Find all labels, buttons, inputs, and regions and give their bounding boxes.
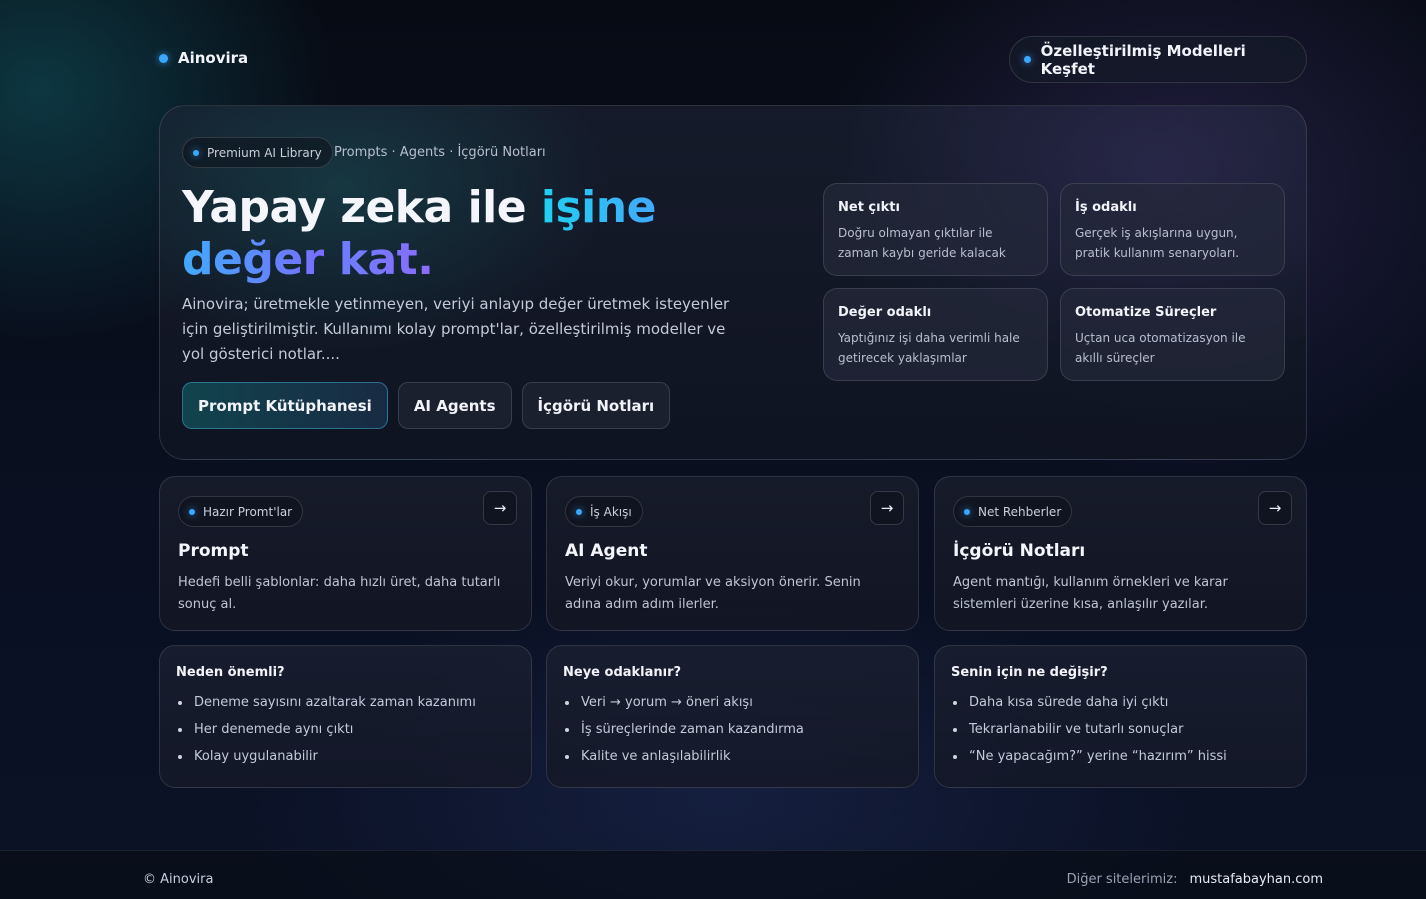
list-item: İş süreçlerinde zaman kazandırma bbox=[563, 716, 902, 743]
info-title: Neye odaklanır? bbox=[563, 665, 682, 680]
list-item: “Ne yapacağım?” yerine “hazırım” hissi bbox=[951, 743, 1290, 770]
copyright: © Ainovira bbox=[143, 872, 214, 887]
feature-title: Otomatize Süreçler bbox=[1075, 305, 1217, 320]
hero-panel: Premium AI Library Prompts · Agents · İç… bbox=[159, 105, 1307, 460]
list-item: Daha kısa sürede daha iyi çıktı bbox=[951, 689, 1290, 716]
other-sites: Diğer sitelerimiz: mustafabayhan.com bbox=[1067, 872, 1323, 887]
brand-dot-icon bbox=[159, 53, 168, 63]
hero-actions: Prompt Kütüphanesi AI Agents İçgörü Notl… bbox=[182, 382, 671, 429]
card-badge-label: İş Akışı bbox=[590, 504, 632, 519]
hero-description: Ainovira; üretmekle yetinmeyen, veriyi a… bbox=[182, 295, 730, 363]
dot-icon bbox=[1024, 56, 1031, 63]
ai-agent-card[interactable]: İş Akışı → AI Agent Veriyi okur, yorumla… bbox=[546, 476, 919, 631]
info-box-why: Neden önemli? Deneme sayısını azaltarak … bbox=[159, 645, 532, 788]
info-list: Deneme sayısını azaltarak zaman kazanımı… bbox=[176, 689, 515, 770]
info-title: Neden önemli? bbox=[176, 665, 285, 680]
card-title: AI Agent bbox=[565, 541, 648, 561]
arrow-right-icon[interactable]: → bbox=[1258, 491, 1292, 525]
info-box-changes: Senin için ne değişir? Daha kısa sürede … bbox=[934, 645, 1307, 788]
hero-title: Yapay zeka ile işine değer kat. bbox=[182, 182, 802, 286]
hero-badge: Premium AI Library bbox=[182, 137, 333, 168]
card-text: Veriyi okur, yorumlar ve aksiyon önerir.… bbox=[565, 575, 861, 612]
brand[interactable]: Ainovira bbox=[159, 49, 248, 67]
feature-text: Yaptığınız işi daha verimli hale getirec… bbox=[838, 331, 1020, 365]
card-title: İçgörü Notları bbox=[953, 541, 1086, 561]
prompt-card[interactable]: Hazır Promt'lar → Prompt Hedefi belli şa… bbox=[159, 476, 532, 631]
card-title: Prompt bbox=[178, 541, 249, 561]
hero-badge-label: Premium AI Library bbox=[207, 145, 322, 160]
card-text: Agent mantığı, kullanım örnekleri ve kar… bbox=[953, 575, 1228, 612]
card-badge: Hazır Promt'lar bbox=[178, 496, 304, 527]
insight-notes-button[interactable]: İçgörü Notları bbox=[521, 382, 671, 429]
other-site-link[interactable]: mustafabayhan.com bbox=[1189, 872, 1323, 887]
hero-title-part1: Yapay zeka ile bbox=[182, 182, 541, 233]
hero-title-part2: kat. bbox=[338, 234, 434, 285]
feature-text: Doğru olmayan çıktılar ile zaman kaybı g… bbox=[838, 226, 1006, 260]
explore-models-label: Özelleştirilmiş Modelleri Keşfet bbox=[1040, 41, 1246, 78]
brand-name: Ainovira bbox=[178, 49, 249, 67]
info-list: Daha kısa sürede daha iyi çıktı Tekrarla… bbox=[951, 689, 1290, 770]
feature-title: Değer odaklı bbox=[838, 305, 932, 320]
list-item: Her denemede aynı çıktı bbox=[176, 716, 515, 743]
footer: © Ainovira Diğer sitelerimiz: mustafabay… bbox=[0, 850, 1426, 899]
dot-icon bbox=[576, 508, 582, 515]
list-item: Kalite ve anlaşılabilirlik bbox=[563, 743, 902, 770]
card-badge-label: Net Rehberler bbox=[978, 504, 1062, 519]
card-text: Hedefi belli şablonlar: daha hızlı üret,… bbox=[178, 575, 501, 612]
feature-card: Otomatize Süreçler Uçtan uca otomatizasy… bbox=[1060, 288, 1285, 381]
info-title: Senin için ne değişir? bbox=[951, 665, 1108, 680]
explore-models-button[interactable]: Özelleştirilmiş Modelleri Keşfet bbox=[1009, 36, 1307, 83]
top-bar: Ainovira Özelleştirilmiş Modelleri Keşfe… bbox=[159, 36, 1307, 83]
feature-card: Değer odaklı Yaptığınız işi daha verimli… bbox=[823, 288, 1048, 381]
list-item: Veri → yorum → öneri akışı bbox=[563, 689, 902, 716]
info-box-focus: Neye odaklanır? Veri → yorum → öneri akı… bbox=[546, 645, 919, 788]
prompt-library-button[interactable]: Prompt Kütüphanesi bbox=[182, 382, 388, 429]
feature-title: Net çıktı bbox=[838, 200, 900, 215]
feature-title: İş odaklı bbox=[1075, 200, 1137, 215]
list-item: Kolay uygulanabilir bbox=[176, 743, 515, 770]
feature-card: İş odaklı Gerçek iş akışlarına uygun, pr… bbox=[1060, 183, 1285, 276]
dot-icon bbox=[964, 508, 970, 515]
feature-text: Uçtan uca otomatizasyon ile akıllı süreç… bbox=[1075, 331, 1246, 365]
dot-icon bbox=[189, 508, 195, 515]
insight-notes-card[interactable]: Net Rehberler → İçgörü Notları Agent man… bbox=[934, 476, 1307, 631]
feature-card: Net çıktı Doğru olmayan çıktılar ile zam… bbox=[823, 183, 1048, 276]
card-badge: İş Akışı bbox=[565, 496, 643, 527]
arrow-right-icon[interactable]: → bbox=[483, 491, 517, 525]
dot-icon bbox=[193, 149, 199, 156]
feature-text: Gerçek iş akışlarına uygun, pratik kulla… bbox=[1075, 226, 1240, 260]
card-badge-label: Hazır Promt'lar bbox=[203, 504, 293, 519]
info-list: Veri → yorum → öneri akışı İş süreçlerin… bbox=[563, 689, 902, 770]
hero-crumbs: Prompts · Agents · İçgörü Notları bbox=[334, 145, 546, 160]
other-sites-label: Diğer sitelerimiz: bbox=[1066, 872, 1178, 887]
card-badge: Net Rehberler bbox=[953, 496, 1073, 527]
feature-grid: Net çıktı Doğru olmayan çıktılar ile zam… bbox=[823, 183, 1285, 383]
list-item: Tekrarlanabilir ve tutarlı sonuçlar bbox=[951, 716, 1290, 743]
ai-agents-button[interactable]: AI Agents bbox=[397, 382, 512, 429]
arrow-right-icon[interactable]: → bbox=[870, 491, 904, 525]
list-item: Deneme sayısını azaltarak zaman kazanımı bbox=[176, 689, 515, 716]
